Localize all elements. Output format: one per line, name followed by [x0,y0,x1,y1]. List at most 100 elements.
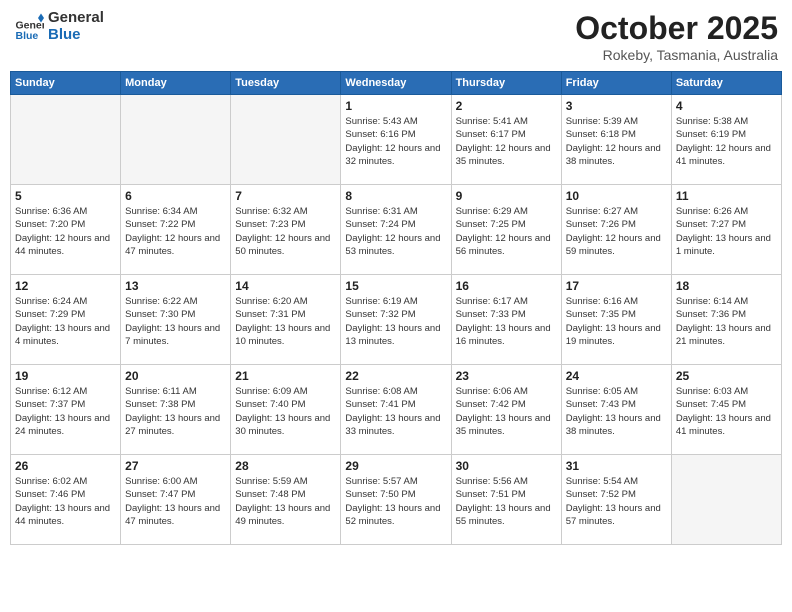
logo-general: General [48,10,104,27]
calendar-cell: 17 Sunrise: 6:16 AMSunset: 7:35 PMDayligh… [561,275,671,365]
day-detail: Sunrise: 6:34 AMSunset: 7:22 PMDaylight:… [125,205,226,258]
day-detail: Sunrise: 6:09 AMSunset: 7:40 PMDaylight:… [235,385,336,438]
day-detail: Sunrise: 6:27 AMSunset: 7:26 PMDaylight:… [566,205,667,258]
calendar-cell [671,455,781,545]
day-number: 12 [15,279,116,293]
calendar-cell: 16 Sunrise: 6:17 AMSunset: 7:33 PMDayligh… [451,275,561,365]
calendar-cell: 10 Sunrise: 6:27 AMSunset: 7:26 PMDayligh… [561,185,671,275]
day-detail: Sunrise: 5:54 AMSunset: 7:52 PMDaylight:… [566,475,667,528]
day-number: 21 [235,369,336,383]
header-thursday: Thursday [451,72,561,95]
day-detail: Sunrise: 5:56 AMSunset: 7:51 PMDaylight:… [456,475,557,528]
day-detail: Sunrise: 6:17 AMSunset: 7:33 PMDaylight:… [456,295,557,348]
day-number: 18 [676,279,777,293]
day-number: 3 [566,99,667,113]
title-block: October 2025 Rokeby, Tasmania, Australia [575,10,778,63]
day-detail: Sunrise: 6:19 AMSunset: 7:32 PMDaylight:… [345,295,446,348]
day-detail: Sunrise: 6:32 AMSunset: 7:23 PMDaylight:… [235,205,336,258]
day-number: 14 [235,279,336,293]
day-detail: Sunrise: 6:31 AMSunset: 7:24 PMDaylight:… [345,205,446,258]
day-detail: Sunrise: 5:38 AMSunset: 6:19 PMDaylight:… [676,115,777,168]
day-number: 7 [235,189,336,203]
day-detail: Sunrise: 6:08 AMSunset: 7:41 PMDaylight:… [345,385,446,438]
header-sunday: Sunday [11,72,121,95]
day-number: 30 [456,459,557,473]
day-detail: Sunrise: 6:11 AMSunset: 7:38 PMDaylight:… [125,385,226,438]
day-number: 1 [345,99,446,113]
logo-blue: Blue [48,27,104,44]
calendar-cell: 27 Sunrise: 6:00 AMSunset: 7:47 PMDayligh… [121,455,231,545]
calendar-cell: 15 Sunrise: 6:19 AMSunset: 7:32 PMDayligh… [341,275,451,365]
calendar-cell [231,95,341,185]
logo: General Blue General Blue [14,10,104,43]
calendar-cell: 25 Sunrise: 6:03 AMSunset: 7:45 PMDayligh… [671,365,781,455]
header-row: SundayMondayTuesdayWednesdayThursdayFrid… [11,72,782,95]
calendar-cell: 30 Sunrise: 5:56 AMSunset: 7:51 PMDayligh… [451,455,561,545]
day-detail: Sunrise: 5:43 AMSunset: 6:16 PMDaylight:… [345,115,446,168]
calendar-cell: 31Sunrise: 5:54 AMSunset: 7:52 PMDayligh… [561,455,671,545]
day-number: 10 [566,189,667,203]
day-detail: Sunrise: 6:24 AMSunset: 7:29 PMDaylight:… [15,295,116,348]
calendar-cell: 1 Sunrise: 5:43 AMSunset: 6:16 PMDaylight… [341,95,451,185]
day-number: 19 [15,369,116,383]
calendar-cell: 6 Sunrise: 6:34 AMSunset: 7:22 PMDaylight… [121,185,231,275]
calendar-cell [11,95,121,185]
header-tuesday: Tuesday [231,72,341,95]
calendar-cell: 20Sunrise: 6:11 AMSunset: 7:38 PMDayligh… [121,365,231,455]
day-detail: Sunrise: 6:36 AMSunset: 7:20 PMDaylight:… [15,205,116,258]
day-number: 29 [345,459,446,473]
day-number: 28 [235,459,336,473]
day-detail: Sunrise: 6:26 AMSunset: 7:27 PMDaylight:… [676,205,777,258]
calendar-cell [121,95,231,185]
week-row-4: 19Sunrise: 6:12 AMSunset: 7:37 PMDayligh… [11,365,782,455]
week-row-5: 26Sunrise: 6:02 AMSunset: 7:46 PMDayligh… [11,455,782,545]
day-number: 25 [676,369,777,383]
header-friday: Friday [561,72,671,95]
calendar-table: SundayMondayTuesdayWednesdayThursdayFrid… [10,71,782,545]
calendar-cell: 23Sunrise: 6:06 AMSunset: 7:42 PMDayligh… [451,365,561,455]
calendar-cell: 21 Sunrise: 6:09 AMSunset: 7:40 PMDayligh… [231,365,341,455]
calendar-cell: 29 Sunrise: 5:57 AMSunset: 7:50 PMDayligh… [341,455,451,545]
svg-text:Blue: Blue [16,30,39,42]
month-title: October 2025 [575,10,778,47]
week-row-1: 1 Sunrise: 5:43 AMSunset: 6:16 PMDaylight… [11,95,782,185]
header-wednesday: Wednesday [341,72,451,95]
day-number: 6 [125,189,226,203]
day-number: 15 [345,279,446,293]
week-row-3: 12 Sunrise: 6:24 AMSunset: 7:29 PMDayligh… [11,275,782,365]
day-detail: Sunrise: 6:06 AMSunset: 7:42 PMDaylight:… [456,385,557,438]
day-detail: Sunrise: 5:59 AMSunset: 7:48 PMDaylight:… [235,475,336,528]
day-detail: Sunrise: 5:41 AMSunset: 6:17 PMDaylight:… [456,115,557,168]
calendar-cell: 19Sunrise: 6:12 AMSunset: 7:37 PMDayligh… [11,365,121,455]
calendar-cell: 28 Sunrise: 5:59 AMSunset: 7:48 PMDayligh… [231,455,341,545]
day-number: 16 [456,279,557,293]
logo-icon: General Blue [14,12,44,42]
day-detail: Sunrise: 6:05 AMSunset: 7:43 PMDaylight:… [566,385,667,438]
day-detail: Sunrise: 5:39 AMSunset: 6:18 PMDaylight:… [566,115,667,168]
day-detail: Sunrise: 6:03 AMSunset: 7:45 PMDaylight:… [676,385,777,438]
day-number: 4 [676,99,777,113]
location-subtitle: Rokeby, Tasmania, Australia [575,47,778,63]
calendar-cell: 18Sunrise: 6:14 AMSunset: 7:36 PMDayligh… [671,275,781,365]
day-detail: Sunrise: 6:02 AMSunset: 7:46 PMDaylight:… [15,475,116,528]
calendar-cell: 7 Sunrise: 6:32 AMSunset: 7:23 PMDaylight… [231,185,341,275]
calendar-cell: 4 Sunrise: 5:38 AMSunset: 6:19 PMDaylight… [671,95,781,185]
calendar-cell: 22Sunrise: 6:08 AMSunset: 7:41 PMDayligh… [341,365,451,455]
page-header: General Blue General Blue October 2025 R… [10,10,782,63]
day-detail: Sunrise: 6:00 AMSunset: 7:47 PMDaylight:… [125,475,226,528]
calendar-cell: 2Sunrise: 5:41 AMSunset: 6:17 PMDaylight… [451,95,561,185]
day-number: 13 [125,279,226,293]
day-detail: Sunrise: 6:16 AMSunset: 7:35 PMDaylight:… [566,295,667,348]
day-detail: Sunrise: 6:29 AMSunset: 7:25 PMDaylight:… [456,205,557,258]
day-number: 5 [15,189,116,203]
day-number: 17 [566,279,667,293]
day-detail: Sunrise: 5:57 AMSunset: 7:50 PMDaylight:… [345,475,446,528]
calendar-cell: 12 Sunrise: 6:24 AMSunset: 7:29 PMDayligh… [11,275,121,365]
header-saturday: Saturday [671,72,781,95]
calendar-cell: 11 Sunrise: 6:26 AMSunset: 7:27 PMDayligh… [671,185,781,275]
week-row-2: 5 Sunrise: 6:36 AMSunset: 7:20 PMDaylight… [11,185,782,275]
day-detail: Sunrise: 6:20 AMSunset: 7:31 PMDaylight:… [235,295,336,348]
day-number: 24 [566,369,667,383]
day-number: 27 [125,459,226,473]
day-number: 11 [676,189,777,203]
